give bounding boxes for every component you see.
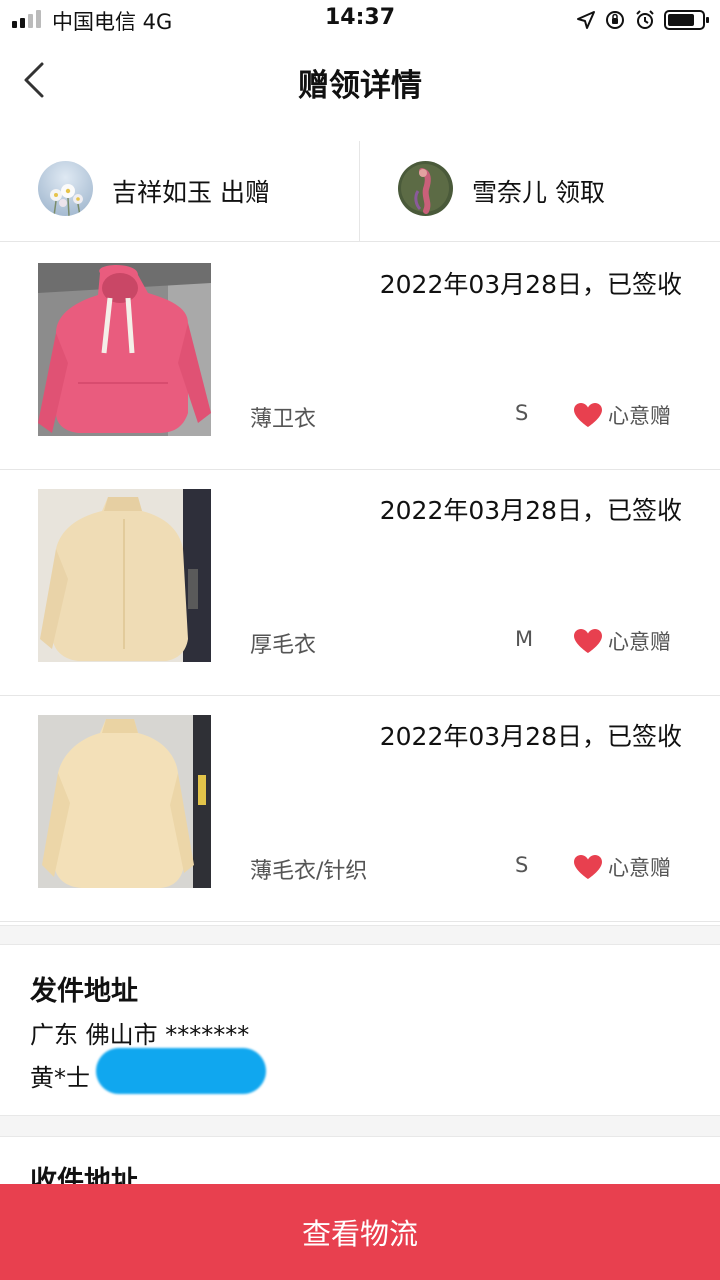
heart-icon [574, 855, 602, 879]
item-photo [38, 715, 211, 888]
gift-item[interactable]: 2022年03月28日，已签收 薄卫衣 S 心意赠 [0, 243, 720, 470]
item-status: 2022年03月28日，已签收 [379, 270, 682, 299]
send-address-name: 黄*士 [30, 1064, 90, 1092]
status-icons [576, 8, 710, 32]
item-tag: 心意赠 [573, 400, 671, 430]
item-name: 薄卫衣 [250, 407, 317, 432]
item-status: 2022年03月28日，已签收 [379, 722, 682, 751]
heart-icon [574, 403, 602, 427]
heart-icon [574, 629, 602, 653]
item-status: 2022年03月28日，已签收 [379, 496, 682, 525]
giver-avatar [38, 161, 93, 216]
receiver-cell[interactable]: 雪奈儿 领取 [360, 141, 720, 242]
giver-cell[interactable]: 吉祥如玉 出赠 [0, 141, 360, 242]
item-photo [38, 489, 211, 662]
page-title: 赠领详情 [298, 68, 422, 104]
item-tag-label: 心意赠 [608, 856, 671, 880]
section-divider [0, 1115, 720, 1137]
item-name: 厚毛衣 [250, 633, 317, 658]
item-tag-label: 心意赠 [608, 404, 671, 428]
item-size: S [515, 853, 529, 877]
item-photo [38, 263, 211, 436]
item-size: S [515, 401, 529, 425]
item-tag: 心意赠 [573, 852, 671, 882]
giver-receiver-row: 吉祥如玉 出赠 雪奈儿 领取 [0, 141, 720, 242]
item-size: M [515, 627, 534, 651]
status-bar: 中国电信 4G 14:37 [0, 0, 720, 40]
nav-bar: 赠领详情 [0, 40, 720, 122]
receiver-label: 雪奈儿 领取 [472, 178, 605, 207]
giver-label: 吉祥如玉 出赠 [112, 178, 270, 207]
alarm-clock-icon [636, 10, 654, 29]
send-address-region: 广东 佛山市 ******* [30, 1021, 250, 1049]
gift-item[interactable]: 2022年03月28日，已签收 厚毛衣 M 心意赠 [0, 469, 720, 696]
view-logistics-button[interactable]: 查看物流 [0, 1184, 720, 1280]
receiver-avatar [398, 161, 453, 216]
battery-icon [664, 10, 709, 30]
item-name: 薄毛衣/针织 [250, 859, 368, 884]
redaction-mark [96, 1048, 266, 1094]
orientation-lock-icon [606, 11, 624, 29]
item-tag-label: 心意赠 [608, 630, 671, 654]
item-tag: 心意赠 [573, 626, 671, 656]
location-arrow-icon [577, 11, 595, 29]
gift-item[interactable]: 2022年03月28日，已签收 薄毛衣/针织 S 心意赠 [0, 695, 720, 922]
section-divider [0, 925, 720, 945]
send-address-heading: 发件地址 [30, 976, 138, 1007]
